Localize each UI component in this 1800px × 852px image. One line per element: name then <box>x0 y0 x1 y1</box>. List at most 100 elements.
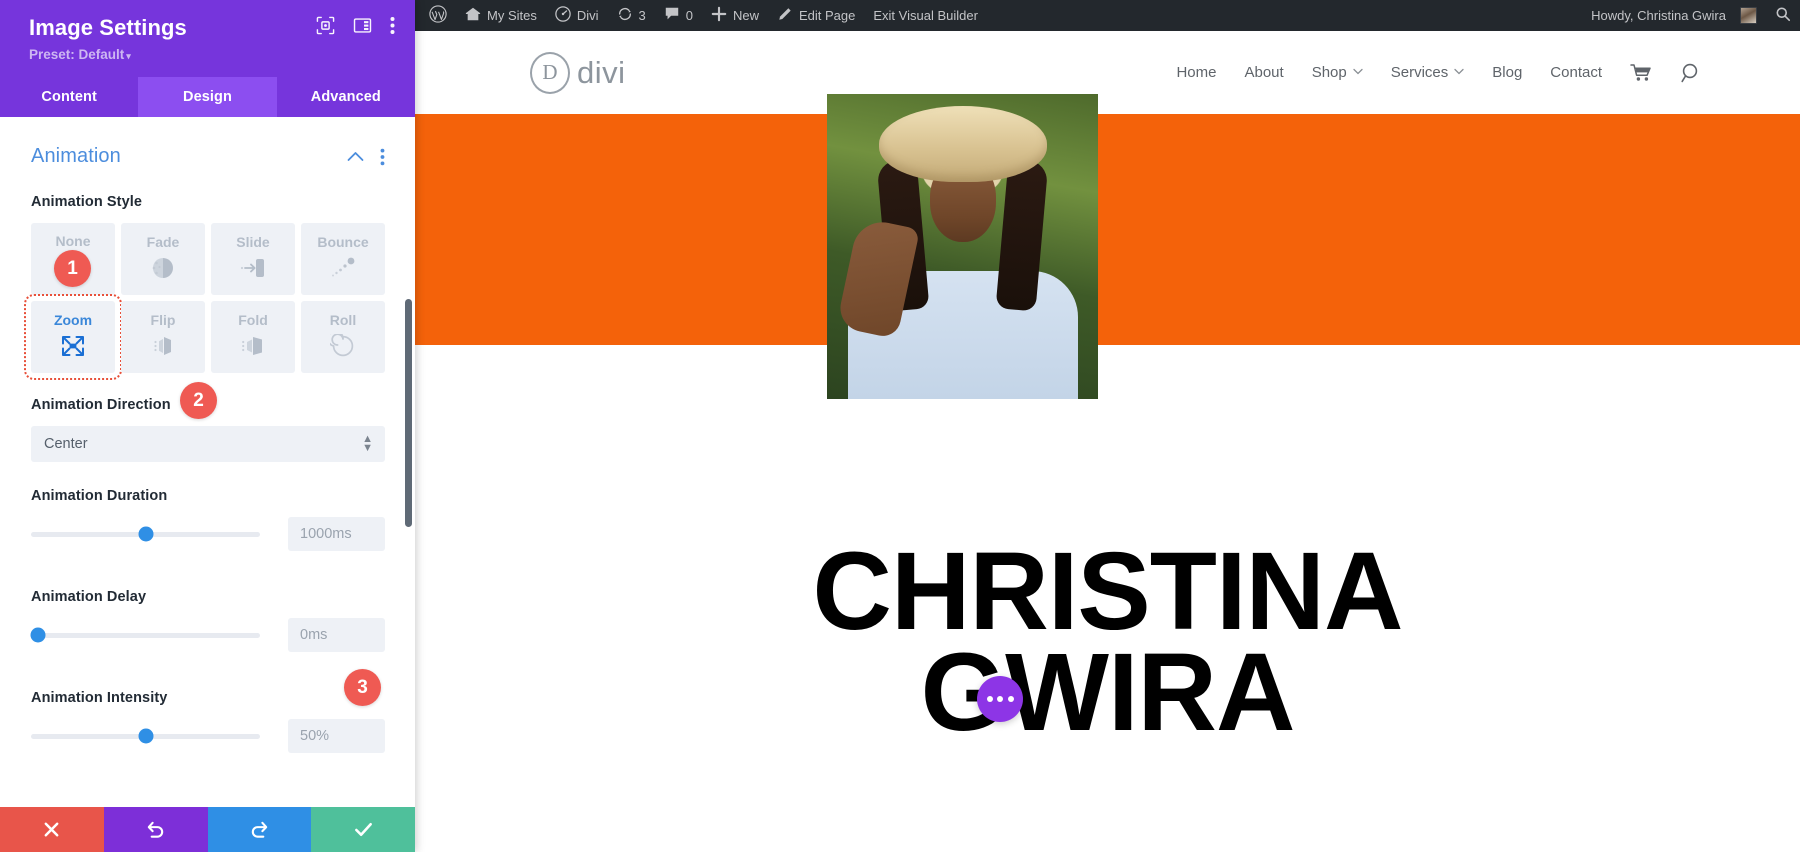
animation-section-header: Animation <box>31 145 385 168</box>
wordpress-logo-icon <box>429 5 447 26</box>
option-label: Roll <box>329 311 357 328</box>
layout-toggle-icon[interactable] <box>353 16 372 35</box>
option-label: Bounce <box>317 233 369 250</box>
hero-heading[interactable]: CHRISTINA GWIRA <box>415 530 1800 755</box>
avatar <box>1740 7 1757 24</box>
animation-style-option-fade[interactable]: Fade <box>121 223 205 295</box>
animation-style-option-bounce[interactable]: Bounce <box>301 223 385 295</box>
animation-intensity-label: Animation Intensity <box>31 690 168 706</box>
module-options-fab[interactable] <box>977 676 1023 722</box>
hero-orange-band <box>415 114 1800 345</box>
save-button[interactable] <box>311 807 415 852</box>
portrait-hat <box>878 106 1047 182</box>
adminbar-account[interactable]: Howdy, Christina Gwira <box>1577 0 1766 31</box>
nav-item-contact[interactable]: Contact <box>1550 64 1602 81</box>
preset-label: Preset: Default <box>29 47 125 62</box>
nav-item-services[interactable]: Services <box>1391 64 1465 81</box>
adminbar-new[interactable]: New <box>702 0 768 31</box>
preset-selector[interactable]: Preset: Default ▾ <box>29 46 393 65</box>
animation-intensity-value[interactable]: 50% <box>288 719 385 753</box>
animation-duration-slider[interactable] <box>31 526 260 542</box>
divi-logo-mark: D <box>530 51 570 94</box>
undo-button[interactable] <box>103 807 208 852</box>
slider-knob[interactable] <box>138 526 153 542</box>
option-label: None <box>55 232 91 249</box>
nav-item-home[interactable]: Home <box>1176 64 1216 81</box>
animation-style-label: Animation Style <box>31 194 143 210</box>
adminbar-label: New <box>732 8 759 23</box>
site-logo[interactable]: D divi <box>530 51 626 94</box>
cart-icon[interactable] <box>1630 63 1652 82</box>
updates-icon <box>617 6 633 25</box>
animation-intensity-field: 50% <box>31 719 385 753</box>
adminbar-my-sites[interactable]: My Sites <box>456 0 546 31</box>
animation-delay-slider[interactable] <box>30 627 260 643</box>
adminbar-label: My Sites <box>487 8 537 23</box>
callout-badge-2: 2 <box>180 382 217 419</box>
callout-badge-3: 3 <box>344 669 381 706</box>
site-preview: D divi Home About Shop Services Blog Con… <box>415 31 1800 852</box>
adminbar-updates[interactable]: 3 <box>608 0 655 31</box>
adminbar-edit-page[interactable]: Edit Page <box>768 0 864 31</box>
animation-style-grid: None Fade Slide Bounce Zoom Flip Fold Ro… <box>24 223 385 380</box>
site-navigation: Home About Shop Services Blog Contact <box>1176 62 1800 84</box>
zoom-icon <box>60 334 86 363</box>
slide-icon <box>240 256 266 285</box>
adminbar-label: 3 <box>638 8 646 23</box>
tab-content[interactable]: Content <box>0 77 138 117</box>
hero-heading-line-2: GWIRA <box>920 631 1296 755</box>
plus-icon <box>711 6 727 25</box>
adminbar-greeting: Howdy, Christina Gwira <box>1591 8 1726 23</box>
sites-icon <box>465 6 481 25</box>
adminbar-label: Exit Visual Builder <box>873 8 978 23</box>
slider-knob[interactable] <box>30 627 46 643</box>
kebab-menu-icon[interactable] <box>380 148 385 166</box>
tab-advanced[interactable]: Advanced <box>277 77 415 117</box>
panel-scrollbar[interactable] <box>405 299 412 527</box>
adminbar-comments[interactable]: 0 <box>655 0 702 31</box>
wordpress-admin-bar: My Sites Divi 3 0 New Edit Page Exit Vis… <box>415 0 1800 31</box>
redo-button[interactable] <box>207 807 312 852</box>
panel-action-bar <box>0 807 415 852</box>
adminbar-exit-visual-builder[interactable]: Exit Visual Builder <box>864 0 987 31</box>
nav-item-shop[interactable]: Shop <box>1312 64 1363 81</box>
panel-tabs: Content Design Advanced <box>0 77 415 117</box>
animation-style-option-zoom[interactable]: Zoom <box>24 294 122 380</box>
adminbar-search[interactable] <box>1766 0 1800 31</box>
animation-duration-value[interactable]: 1000ms <box>288 517 385 551</box>
nav-item-blog[interactable]: Blog <box>1492 64 1522 81</box>
flip-icon <box>150 334 176 363</box>
chevron-up-icon[interactable] <box>347 151 364 162</box>
adminbar-wordpress-logo[interactable] <box>415 0 456 31</box>
divi-logo-text: divi <box>577 54 626 90</box>
nav-item-about[interactable]: About <box>1244 64 1283 81</box>
search-icon[interactable] <box>1680 62 1702 84</box>
pencil-icon <box>777 6 793 25</box>
hero-heading-line-1: CHRISTINA <box>812 530 1404 653</box>
cancel-button[interactable] <box>0 807 104 852</box>
kebab-menu-icon[interactable] <box>390 16 395 35</box>
nav-label: Home <box>1176 64 1217 81</box>
animation-direction-select[interactable]: Center <box>31 426 385 462</box>
adminbar-label: 0 <box>685 8 693 23</box>
slider-knob[interactable] <box>138 728 153 744</box>
chevron-down-icon <box>1454 67 1464 78</box>
animation-style-option-flip[interactable]: Flip <box>121 301 205 373</box>
divi-dashboard-icon <box>555 6 571 25</box>
animation-style-option-roll[interactable]: Roll <box>301 301 385 373</box>
tab-design[interactable]: Design <box>138 77 277 117</box>
site-header: D divi Home About Shop Services Blog Con… <box>415 31 1800 114</box>
image-settings-panel: Image Settings Preset: Default ▾ Content… <box>0 0 415 852</box>
animation-delay-value[interactable]: 0ms <box>288 618 385 652</box>
adminbar-divi[interactable]: Divi <box>546 0 608 31</box>
focus-target-icon[interactable] <box>316 16 335 35</box>
animation-style-option-slide[interactable]: Slide <box>211 223 295 295</box>
fab-dot <box>1007 696 1014 702</box>
option-label: Zoom <box>53 311 93 328</box>
animation-intensity-slider[interactable] <box>31 728 260 744</box>
hero-portrait-image[interactable] <box>827 94 1098 399</box>
option-label: Fold <box>238 311 268 328</box>
animation-style-option-fold[interactable]: Fold <box>211 301 295 373</box>
